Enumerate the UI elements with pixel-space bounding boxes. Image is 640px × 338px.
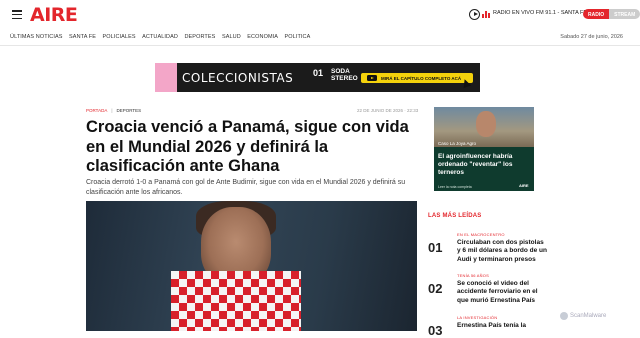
side-ad-logo: AIRE (519, 183, 529, 188)
banner-title: COLECCIONISTAS (182, 71, 294, 85)
nav-item-policiales[interactable]: POLICIALES (103, 34, 136, 40)
site-logo[interactable]: AIRE (30, 4, 78, 26)
banner-episode-number: 01 (313, 68, 324, 78)
banner-brand: SODA STEREO (331, 68, 358, 82)
article-headline: Croacia venció a Panamá, sigue con vida … (86, 118, 409, 175)
watermark-icon (560, 312, 568, 320)
nav-item-politica[interactable]: POLITICA (285, 34, 311, 40)
play-icon[interactable] (469, 9, 480, 20)
nav-item-salud[interactable]: SALUD (222, 34, 241, 40)
article-lead: Croacia derrotó 1-0 a Panamá con gol de … (86, 179, 406, 196)
most-read-category: EN EL MACROCENTRO (457, 232, 505, 237)
most-read-item[interactable]: 01 EN EL MACROCENTRO Circulaban con dos … (428, 232, 548, 266)
breadcrumb-separator: | (111, 108, 113, 113)
most-read-category: LA INVESTIGACIÓN (457, 315, 498, 320)
equalizer-icon (482, 10, 490, 18)
banner-accent (155, 63, 177, 92)
most-read-number: 02 (428, 281, 443, 296)
banner-cta-label: MIRÁ EL CAPÍTULO COMPLETO ACÁ (381, 75, 462, 81)
most-read-item[interactable]: 02 TENÍA 56 AÑOS Se conoció el video del… (428, 273, 548, 307)
most-read-title-text[interactable]: Se conoció el video del accidente ferrov… (457, 280, 547, 305)
breadcrumb-home[interactable]: PORTADA (86, 108, 107, 113)
article-photo (86, 201, 417, 331)
watermark-text: ScanMalware (570, 313, 607, 319)
nav-item-deportes[interactable]: DEPORTES (184, 34, 215, 40)
photo-jersey (171, 271, 301, 331)
menu-icon[interactable] (12, 10, 22, 19)
banner-cta-button[interactable]: MIRÁ EL CAPÍTULO COMPLETO ACÁ (361, 73, 473, 83)
most-read-title-text[interactable]: Circulaban con dos pistolas y 6 mil dóla… (457, 239, 547, 264)
side-ad-more-link[interactable]: Leer la nota completa (438, 185, 472, 189)
main-nav: ÚLTIMAS NOTICIAS SANTA FE POLICIALES ACT… (0, 30, 640, 46)
nav-item-ultimas-noticias[interactable]: ÚLTIMAS NOTICIAS (10, 34, 63, 40)
most-read-title-text[interactable]: Ernestina País tenía la (457, 322, 547, 330)
radio-live-link[interactable]: RADIO EN VIVO FM 91.1 - SANTA FE (493, 10, 587, 16)
most-read-category: TENÍA 56 AÑOS (457, 273, 489, 278)
stream-button[interactable]: STREAM (609, 9, 640, 19)
most-read-title: LAS MÁS LEÍDAS (428, 213, 482, 219)
most-read-item[interactable]: 03 LA INVESTIGACIÓN Ernestina País tenía… (428, 315, 548, 338)
radio-button[interactable]: RADIO (583, 9, 610, 19)
side-ad-person (476, 111, 496, 137)
ad-banner[interactable]: COLECCIONISTAS 01 SODA STEREO MIRÁ EL CA… (155, 63, 480, 92)
nav-item-economia[interactable]: ECONOMIA (247, 34, 278, 40)
nav-item-santa-fe[interactable]: SANTA FE (69, 34, 96, 40)
watermark: ScanMalware (560, 312, 606, 320)
nav-item-actualidad[interactable]: ACTUALIDAD (142, 34, 178, 40)
current-date: Sabado 27 de junio, 2026 (560, 34, 623, 40)
breadcrumb: PORTADA | DEPORTES (86, 108, 141, 113)
article-date: 22 DE JUNIO DE 2026 · 22:33 (357, 108, 419, 113)
most-read-number: 01 (428, 240, 443, 255)
breadcrumb-section[interactable]: DEPORTES (117, 108, 142, 113)
radio-stream-toggle: RADIO STREAM (583, 9, 640, 19)
side-ad-headline[interactable]: El agroinfluencer habría ordenado "reven… (438, 153, 530, 177)
top-bar: AIRE RADIO EN VIVO FM 91.1 - SANTA FE RA… (0, 0, 640, 30)
youtube-icon (367, 75, 377, 81)
side-ad[interactable]: Caso La Joya Agro El agroinfluencer habr… (434, 107, 534, 191)
side-ad-tag: Caso La Joya Agro (438, 141, 477, 146)
